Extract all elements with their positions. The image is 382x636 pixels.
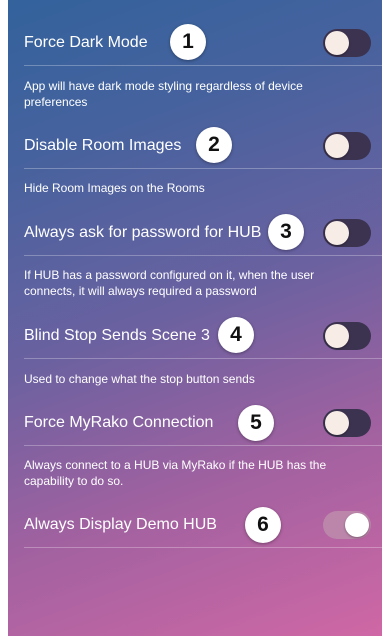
row-divider	[24, 445, 382, 446]
row-divider	[24, 255, 382, 256]
row-divider	[24, 547, 382, 548]
setting-label: Always ask for password for HUB	[24, 224, 262, 241]
settings-screen: Force Dark Mode 1 App will have dark mod…	[8, 0, 382, 636]
toggle-knob	[325, 221, 349, 245]
setting-description: Hide Room Images on the Rooms	[24, 181, 205, 195]
setting-row-always-ask-password: Always ask for password for HUB	[24, 210, 382, 256]
force-dark-mode-toggle[interactable]	[323, 29, 371, 57]
setting-label: Force Dark Mode	[24, 34, 148, 51]
annotation-badge: 3	[268, 214, 304, 250]
setting-description: Always connect to a HUB via MyRako if th…	[24, 458, 327, 488]
blind-stop-scene-3-toggle[interactable]	[323, 322, 371, 350]
setting-label: Blind Stop Sends Scene 3	[24, 327, 210, 344]
demo-hub-toggle[interactable]	[323, 511, 371, 539]
annotation-badge: 5	[238, 405, 274, 441]
row-divider	[24, 65, 382, 66]
annotation-badge: 1	[170, 24, 206, 60]
annotation-badge: 2	[196, 127, 232, 163]
toggle-knob	[325, 324, 349, 348]
row-divider	[24, 168, 382, 169]
disable-room-images-toggle[interactable]	[323, 132, 371, 160]
toggle-knob	[325, 134, 349, 158]
setting-row-demo-hub: Always Display Demo HUB	[24, 502, 382, 548]
always-ask-password-toggle[interactable]	[323, 219, 371, 247]
toggle-knob	[325, 411, 349, 435]
setting-description: If HUB has a password configured on it, …	[24, 268, 315, 298]
setting-label: Disable Room Images	[24, 137, 182, 154]
setting-label: Force MyRako Connection	[24, 414, 214, 431]
setting-label: Always Display Demo HUB	[24, 516, 217, 533]
setting-row-force-myrako: Force MyRako Connection	[24, 400, 382, 446]
setting-row-blind-stop-scene-3: Blind Stop Sends Scene 3	[24, 313, 382, 359]
setting-description: Used to change what the stop button send…	[24, 372, 255, 386]
toggle-knob	[345, 513, 369, 537]
row-divider	[24, 358, 382, 359]
force-myrako-toggle[interactable]	[323, 409, 371, 437]
annotation-badge: 4	[218, 317, 254, 353]
toggle-knob	[325, 31, 349, 55]
setting-description: App will have dark mode styling regardle…	[24, 79, 303, 109]
annotation-badge: 6	[245, 507, 281, 543]
